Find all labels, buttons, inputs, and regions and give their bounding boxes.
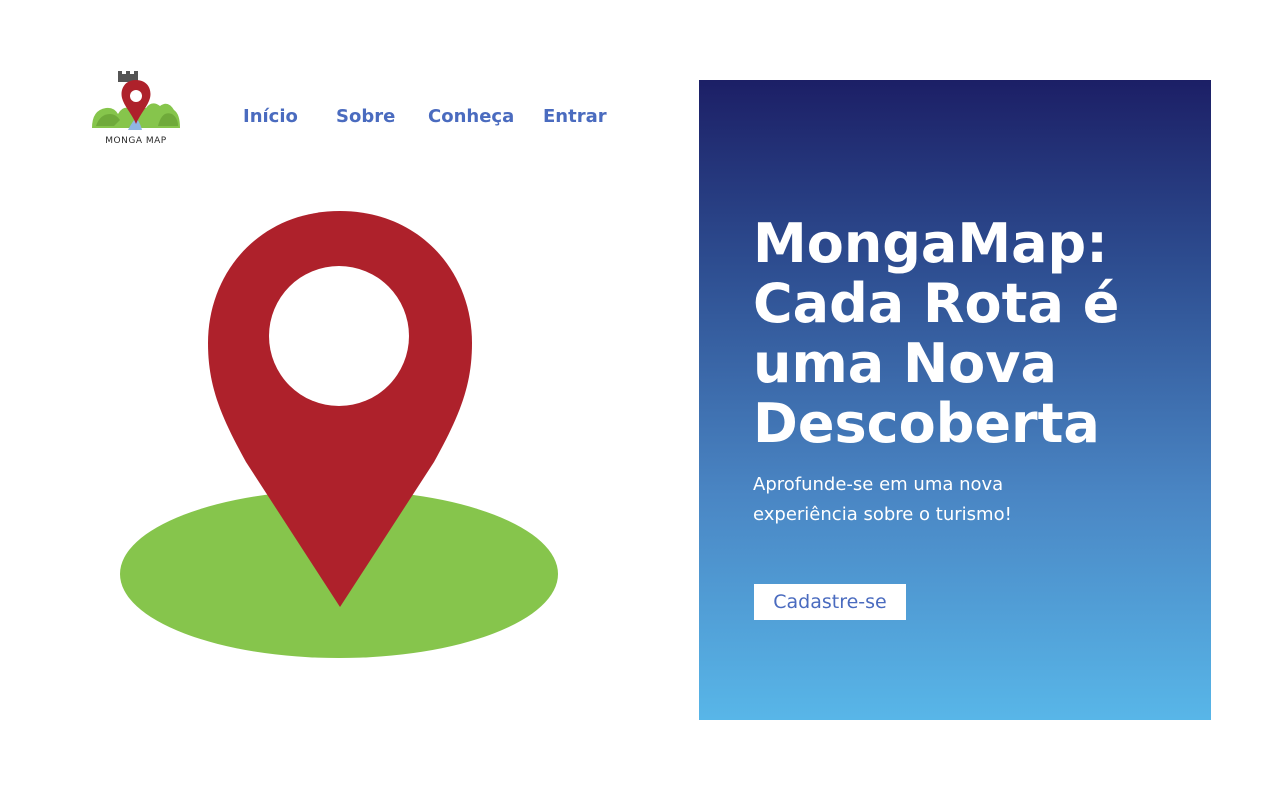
logo[interactable]: MONGA MAP [88, 70, 184, 152]
logo-text: MONGA MAP [105, 136, 167, 146]
hero-subtitle: Aprofunde-se em uma nova experiência sob… [753, 474, 1012, 525]
hero-panel: MongaMap: Cada Rota é uma Nova Descobert… [699, 80, 1211, 720]
nav-link-sobre[interactable]: Sobre [336, 106, 395, 127]
hero-title: MongaMap: Cada Rota é uma Nova Descobert… [753, 212, 1120, 455]
nav-link-inicio[interactable]: Início [243, 106, 298, 127]
map-pin-hills-icon [92, 71, 180, 130]
hero-illustration [110, 200, 570, 670]
nav-link-conheca[interactable]: Conheça [428, 106, 514, 127]
signup-button[interactable]: Cadastre-se [754, 584, 906, 620]
location-pin-icon [120, 211, 558, 658]
nav-link-entrar[interactable]: Entrar [543, 106, 607, 127]
